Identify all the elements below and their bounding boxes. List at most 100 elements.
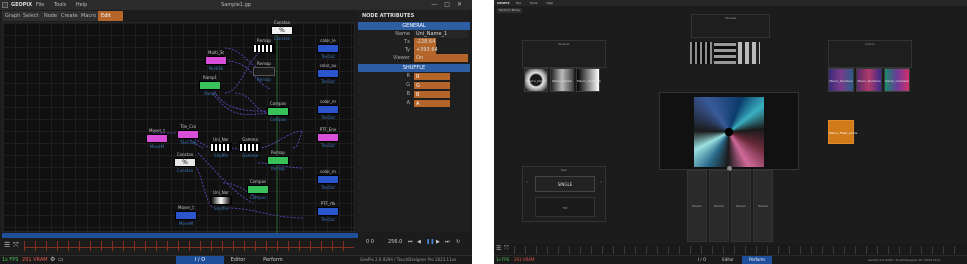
timeline-progress-bar[interactable] bbox=[2, 233, 358, 238]
pattern-thumbnails bbox=[690, 40, 762, 66]
menu-file[interactable]: File bbox=[516, 1, 521, 5]
channel-select[interactable]: B bbox=[414, 91, 450, 98]
pattern-thumb[interactable] bbox=[690, 42, 712, 64]
pause-icon[interactable]: ❚❚ bbox=[426, 239, 434, 245]
preset-button[interactable]: Macro_Flash_Circle bbox=[828, 120, 857, 144]
graph-node[interactable]: Compos Compos bbox=[267, 101, 289, 122]
graph-node[interactable]: Remap bbox=[253, 38, 275, 54]
node-body: % bbox=[174, 158, 196, 167]
mode-perform-button[interactable]: Perform bbox=[742, 256, 772, 264]
output-preview[interactable] bbox=[694, 97, 764, 167]
loop-icon[interactable]: ↻ bbox=[456, 239, 460, 245]
ty-field[interactable]: +393.64 bbox=[414, 46, 438, 54]
node-body bbox=[317, 69, 339, 78]
graph-node[interactable]: Mover_t MoveM bbox=[175, 205, 197, 226]
shape-thumb[interactable]: Macro_Gradient bbox=[576, 68, 601, 92]
skip-back-icon[interactable]: ⏮ bbox=[408, 239, 413, 245]
menu-tools[interactable]: Tools bbox=[530, 1, 537, 5]
graph-node[interactable]: Tile_Cro TileCrop bbox=[177, 124, 199, 145]
maximize-icon[interactable]: □ bbox=[444, 1, 457, 8]
timeline-ruler[interactable] bbox=[514, 246, 964, 254]
mode-io-button[interactable]: I / O bbox=[690, 256, 714, 264]
tab-edit-macro[interactable]: Edit MACRO bbox=[98, 11, 124, 29]
play-icon[interactable]: ▶ bbox=[436, 239, 440, 245]
minimize-icon[interactable]: — bbox=[431, 1, 444, 8]
node-body bbox=[205, 56, 227, 65]
graph-node[interactable]: Multi_St MultiSh bbox=[205, 50, 227, 71]
channel-select[interactable]: G bbox=[414, 82, 450, 89]
graph-node[interactable]: color_m TexOut bbox=[317, 169, 339, 190]
shape-thumb[interactable]: Macro_Radial bbox=[550, 68, 574, 92]
graph-node[interactable]: Remap Remap bbox=[267, 150, 289, 171]
tx-field[interactable]: -228.64 bbox=[414, 38, 436, 46]
spin-value-field[interactable]: SINGLE bbox=[535, 176, 595, 192]
status-bar: 1s FPS 291 VRAM I / O Editor Perform Geo… bbox=[494, 255, 967, 264]
graph-node[interactable]: Mover_t MoveM bbox=[146, 128, 168, 149]
color-thumb[interactable]: Ramp_Gradient bbox=[884, 68, 910, 92]
timeline[interactable]: ☰ ⤧ bbox=[2, 233, 358, 253]
param-slider[interactable]: Param bbox=[687, 170, 707, 242]
tab-select[interactable]: Select bbox=[20, 11, 43, 21]
channel-row: R R bbox=[358, 72, 470, 81]
close-icon[interactable]: ✕ bbox=[457, 1, 469, 8]
graph-node[interactable]: Gamma Gamma bbox=[239, 137, 261, 158]
channel-row: A A bbox=[358, 99, 470, 108]
node-body bbox=[177, 130, 199, 139]
graph-node[interactable]: color_le TexOut bbox=[317, 38, 339, 59]
pattern-thumb[interactable] bbox=[714, 42, 736, 64]
tab-macro[interactable]: Macro bbox=[78, 11, 101, 21]
graph-node[interactable]: color_m TexOut bbox=[317, 99, 339, 120]
version-label: GeoPix 2.0.9294 / TouchDesigner Pro 2023… bbox=[868, 258, 941, 262]
menu-icon[interactable]: ☰ bbox=[4, 241, 10, 249]
graph-node[interactable]: Ramp1 Ramp bbox=[199, 75, 221, 96]
tab-perform-mode[interactable]: Perform Mode bbox=[497, 8, 522, 13]
expand-icon[interactable]: ⤧ bbox=[13, 241, 19, 250]
step-back-icon[interactable]: ◀ bbox=[417, 239, 421, 245]
node-graph[interactable]: Constan % Constan Remap color_le TexOut … bbox=[2, 20, 355, 233]
slider-group: Param Param Param Param bbox=[687, 170, 775, 242]
node-body bbox=[210, 143, 232, 152]
graph-node[interactable]: Compos Compos bbox=[247, 179, 269, 200]
expand-icon[interactable]: ⤧ bbox=[504, 245, 509, 253]
menu-bar: File Tools Help bbox=[516, 0, 561, 6]
menu-help[interactable]: Help bbox=[546, 1, 553, 5]
timeline[interactable]: ☰ ⤧ bbox=[494, 244, 967, 255]
mode-editor-button[interactable]: Editor bbox=[716, 256, 740, 264]
node-body bbox=[317, 207, 339, 216]
node-body bbox=[317, 105, 339, 114]
shuffle-section-header[interactable]: SHUFFLE bbox=[358, 64, 470, 72]
color-thumb[interactable]: Macro_Rainbow bbox=[856, 68, 882, 92]
fps-readout: 256.0 bbox=[388, 239, 403, 245]
pattern-thumb[interactable] bbox=[738, 42, 760, 64]
tilt-field[interactable]: Tilt bbox=[535, 197, 595, 217]
channel-select[interactable]: A bbox=[414, 100, 450, 107]
chevron-right-icon[interactable]: › bbox=[600, 179, 602, 184]
general-section-header[interactable]: GENERAL bbox=[358, 22, 470, 30]
node-body bbox=[247, 185, 269, 194]
chevron-left-icon[interactable]: ‹ bbox=[526, 179, 528, 184]
skip-forward-icon[interactable]: ⏭ bbox=[445, 239, 450, 245]
graph-node[interactable]: Uni_Nor Shuffle bbox=[210, 137, 232, 158]
graph-node[interactable]: PTF_Env TexOut bbox=[317, 127, 339, 148]
timeline-ruler[interactable] bbox=[24, 241, 354, 251]
monitor-icon[interactable]: ▭ bbox=[58, 256, 64, 264]
graph-node[interactable]: color_ou TexOut bbox=[317, 63, 339, 84]
node-body bbox=[317, 44, 339, 53]
graph-node[interactable]: Uni_Nor Shuffle bbox=[210, 190, 232, 211]
mode-editor-button[interactable]: Editor bbox=[226, 256, 250, 264]
settings-icon[interactable]: ⚙ bbox=[50, 256, 55, 264]
mode-io-button[interactable]: I / O bbox=[176, 256, 224, 264]
graph-node[interactable]: Constan % Constan bbox=[174, 152, 196, 173]
graph-node[interactable]: Remap Remap bbox=[253, 61, 275, 82]
color-thumb[interactable]: Macro_Rainbow bbox=[828, 68, 854, 92]
shape-thumb[interactable]: Macro_Circle bbox=[524, 68, 548, 92]
param-slider[interactable]: Param bbox=[731, 170, 751, 242]
graph-node[interactable]: PTF_rtk TexOut bbox=[317, 201, 339, 222]
viewer-toggle[interactable]: On bbox=[414, 54, 468, 62]
name-field[interactable]: Uni_Name_1 bbox=[414, 30, 468, 38]
channel-select[interactable]: R bbox=[414, 73, 450, 80]
param-slider[interactable]: Param bbox=[753, 170, 773, 242]
param-slider[interactable]: Param bbox=[709, 170, 729, 242]
menu-icon[interactable]: ☰ bbox=[496, 245, 501, 252]
mode-perform-button[interactable]: Perform bbox=[258, 256, 288, 264]
